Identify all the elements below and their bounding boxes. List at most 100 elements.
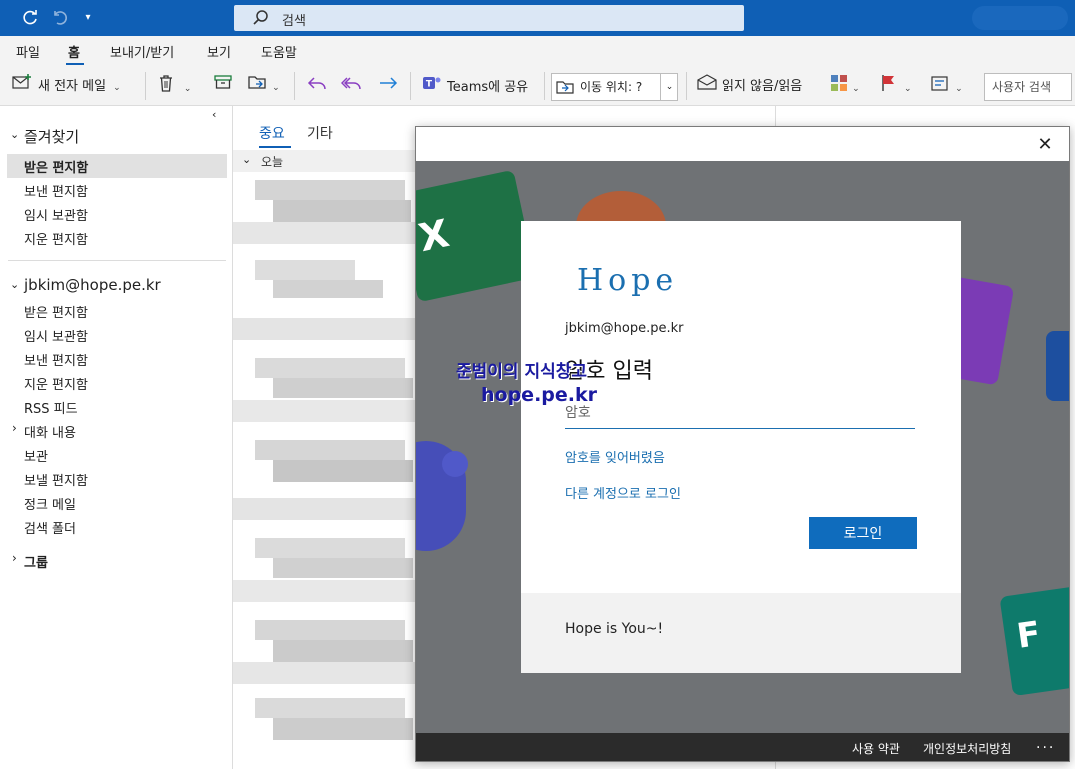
groups-header[interactable]: 그룹 — [24, 552, 48, 571]
message-item[interactable] — [233, 176, 423, 268]
collapse-pane-icon[interactable]: ‹ — [212, 108, 216, 121]
archive-button[interactable] — [214, 74, 232, 98]
reply-all-button[interactable] — [340, 74, 363, 98]
tab-other[interactable]: 기타 — [307, 123, 333, 143]
favorite-sent[interactable]: 보낸 편지함 — [24, 181, 88, 200]
chevron-right-icon[interactable]: › — [12, 421, 17, 435]
chevron-down-icon: ⌄ — [901, 84, 912, 94]
search-box[interactable]: 검색 — [234, 5, 744, 31]
close-icon[interactable]: ✕ — [1034, 134, 1056, 156]
active-tab-indicator — [259, 146, 291, 148]
reply-button[interactable] — [306, 74, 328, 98]
message-item[interactable] — [233, 536, 423, 628]
folder-sent[interactable]: 보낸 편지함 — [24, 350, 88, 369]
rules-icon — [931, 74, 951, 101]
tab-help[interactable]: 도움말 — [261, 42, 297, 61]
tab-send-receive[interactable]: 보내기/받기 — [110, 42, 174, 61]
chevron-down-icon[interactable]: ⌄ — [10, 278, 19, 291]
group-header-today[interactable]: ⌄ 오늘 — [233, 150, 423, 172]
message-item[interactable] — [233, 356, 423, 448]
new-email-button[interactable]: 새 전자 메일 ⌄ — [12, 74, 121, 98]
read-unread-label: 읽지 않음/읽음 — [722, 79, 803, 94]
folder-search-folders[interactable]: 검색 폴더 — [24, 518, 76, 537]
separator — [294, 72, 295, 100]
chevron-down-icon: ⌄ — [178, 84, 192, 94]
group-label: 오늘 — [261, 155, 284, 169]
delete-button[interactable]: ⌄ — [158, 74, 191, 98]
redacted-block — [233, 498, 423, 520]
favorite-deleted[interactable]: 지운 편지함 — [24, 229, 88, 248]
redacted-block — [273, 460, 413, 482]
move-to-dropdown[interactable]: ⌄ — [660, 74, 678, 100]
tab-focused[interactable]: 중요 — [259, 123, 285, 143]
forgot-password-link[interactable]: 암호를 잊어버렸음 — [565, 447, 665, 466]
folder-archive[interactable]: 보관 — [24, 446, 48, 465]
chevron-down-icon[interactable]: ⌄ — [10, 128, 19, 141]
folder-junk[interactable]: 정크 메일 — [24, 494, 76, 513]
follow-up-button[interactable]: ⌄ — [881, 74, 912, 98]
rules-button[interactable]: ⌄ — [931, 74, 963, 98]
tab-view[interactable]: 보기 — [207, 42, 231, 61]
redacted-block — [255, 698, 405, 718]
share-to-teams-button[interactable]: T Teams에 공유 — [422, 74, 528, 98]
menu-bar: 파일 홈 보내기/받기 보기 도움말 — [0, 36, 1075, 66]
flag-icon — [881, 74, 897, 101]
separator — [544, 72, 545, 100]
watermark-line1: 준범이의 지식창고 — [456, 362, 588, 382]
undo-icon[interactable] — [50, 9, 70, 27]
chevron-right-icon[interactable]: › — [12, 551, 17, 565]
favorite-inbox[interactable]: 받은 편지함 — [24, 157, 88, 176]
favorites-header[interactable]: 즐겨찾기 — [24, 126, 79, 147]
redacted-block — [273, 718, 413, 740]
forward-icon — [377, 74, 399, 101]
privacy-link[interactable]: 개인정보처리방침 — [923, 740, 1011, 757]
excel-logo: X — [416, 169, 537, 303]
new-email-label: 새 전자 메일 — [38, 79, 107, 94]
message-item[interactable] — [233, 258, 423, 350]
dialog-footer: 사용 약관 개인정보처리방침 ... — [416, 733, 1069, 761]
favorite-drafts[interactable]: 임시 보관함 — [24, 205, 88, 224]
read-unread-button[interactable]: 읽지 않음/읽음 — [697, 74, 802, 98]
chevron-down-icon: ⌄ — [110, 83, 121, 93]
folder-inbox[interactable]: 받은 편지함 — [24, 302, 88, 321]
message-item[interactable] — [233, 616, 423, 708]
sync-icon[interactable] — [20, 9, 40, 27]
folder-drafts[interactable]: 임시 보관함 — [24, 326, 88, 345]
categorize-icon — [830, 74, 848, 101]
folder-deleted[interactable]: 지운 편지함 — [24, 374, 88, 393]
dialog-header: ✕ — [416, 127, 1069, 161]
more-options-icon[interactable]: ... — [1036, 736, 1055, 752]
message-item[interactable] — [233, 438, 423, 530]
active-tab-indicator — [66, 63, 84, 65]
other-account-link[interactable]: 다른 계정으로 로그인 — [565, 483, 681, 502]
folder-outbox[interactable]: 보낼 편지함 — [24, 470, 88, 489]
redacted-block — [255, 620, 405, 640]
watermark-line2: hope.pe.kr — [481, 384, 597, 406]
login-button[interactable]: 로그인 — [809, 517, 917, 549]
terms-link[interactable]: 사용 약관 — [852, 740, 900, 757]
redacted-block — [255, 358, 405, 378]
sign-in-card: Hope jbkim@hope.pe.kr 암호 입력 암호를 잊어버렸음 다른… — [521, 221, 961, 673]
brand-logo: Hope — [577, 263, 679, 298]
user-search-input[interactable]: 사용자 검색 — [984, 73, 1072, 101]
folder-rss[interactable]: RSS 피드 — [24, 398, 78, 417]
folder-conversation-history[interactable]: 대화 내용 — [24, 422, 76, 441]
redacted-block — [233, 400, 423, 422]
separator — [410, 72, 411, 100]
move-button[interactable]: ⌄ — [248, 74, 280, 98]
redacted-block — [255, 260, 355, 280]
tab-file[interactable]: 파일 — [16, 42, 40, 61]
tab-home[interactable]: 홈 — [68, 42, 80, 61]
message-item[interactable] — [233, 696, 423, 769]
move-to-quickstep[interactable]: 이동 위치: ? ⌄ — [551, 73, 678, 101]
account-header[interactable]: jbkim@hope.pe.kr — [24, 276, 161, 294]
archive-icon — [214, 74, 232, 99]
redacted-block — [273, 280, 383, 298]
password-input[interactable] — [565, 397, 915, 429]
account-avatar[interactable] — [972, 6, 1068, 30]
move-to-icon — [556, 79, 576, 99]
quick-access-dropdown-icon[interactable]: ▾ — [78, 9, 98, 27]
categorize-button[interactable]: ⌄ — [830, 74, 860, 98]
forward-button[interactable] — [377, 74, 399, 98]
teams-logo-dot — [442, 451, 468, 477]
